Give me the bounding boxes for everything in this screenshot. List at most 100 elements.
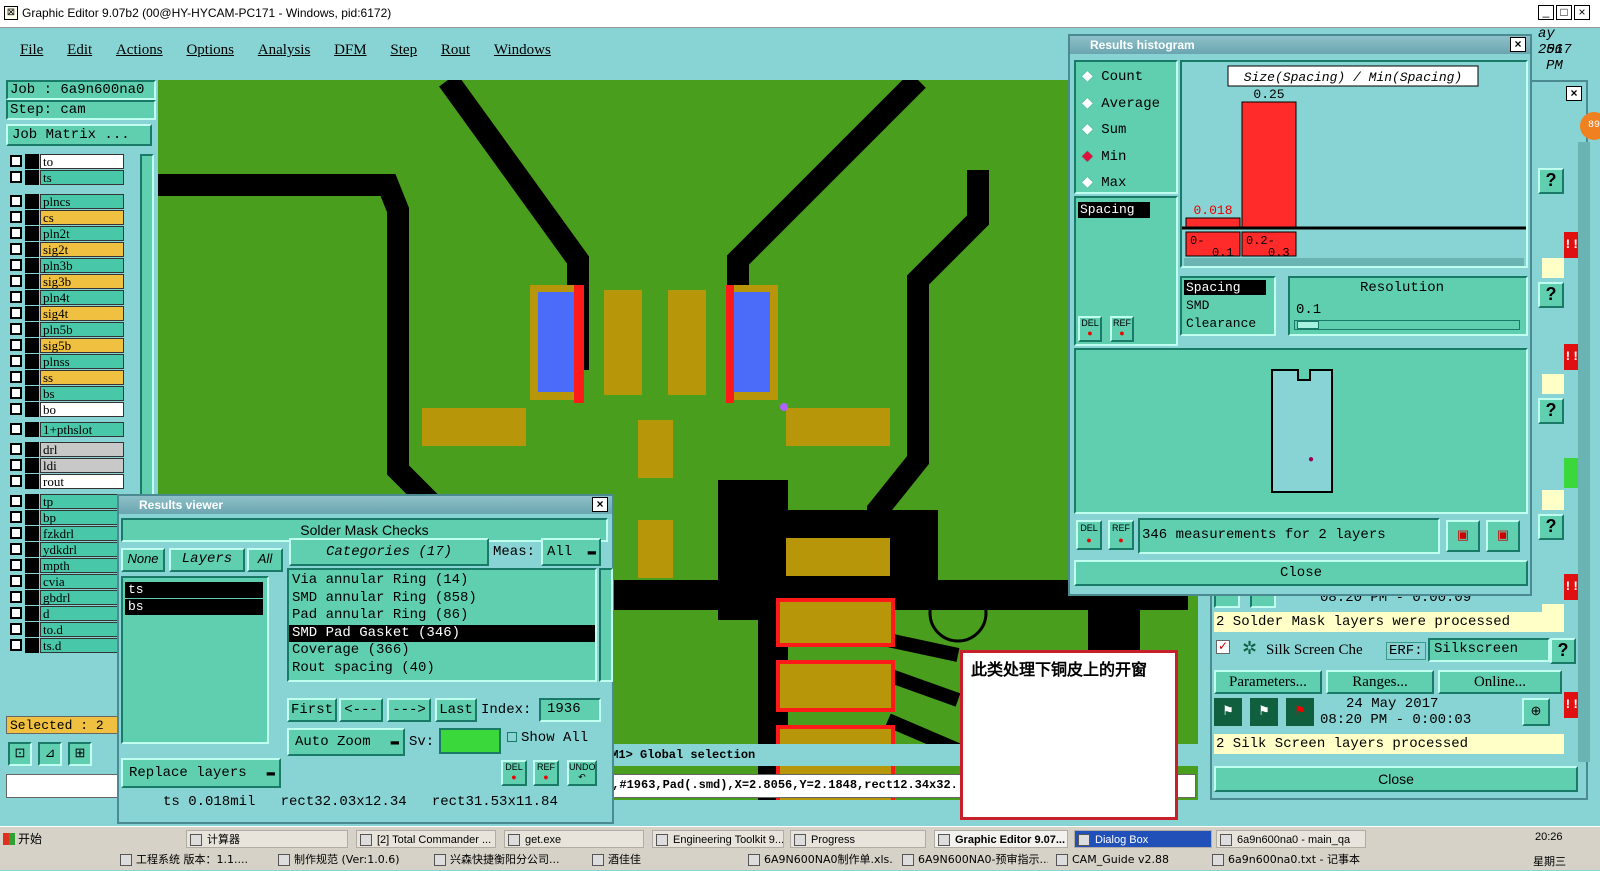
zoom-icon[interactable]: ⊕ — [1522, 698, 1550, 726]
tray-clock[interactable]: 20:26 — [1535, 831, 1563, 843]
stat-option-average[interactable]: ◆ Average — [1082, 95, 1160, 112]
list-item[interactable]: Spacing — [1078, 202, 1150, 218]
layer-name[interactable]: plnss — [40, 354, 124, 369]
tool-a-icon[interactable]: ⊡ — [8, 742, 32, 766]
category-item[interactable]: SMD annular Ring (858) — [289, 590, 595, 608]
histogram-close-icon[interactable]: × — [1510, 37, 1526, 52]
close-button[interactable]: × — [1574, 5, 1590, 20]
none-button[interactable]: None — [121, 548, 165, 572]
layer-name[interactable]: to — [40, 154, 124, 169]
layer-name[interactable]: mpth — [40, 558, 124, 573]
menu-file[interactable]: File — [20, 42, 43, 59]
layer-name[interactable]: ydkdrl — [40, 542, 124, 557]
layer-name[interactable]: ts — [40, 170, 124, 185]
help-button[interactable]: ? — [1550, 638, 1576, 664]
online-button[interactable]: Online... — [1438, 670, 1562, 694]
help-button[interactable]: ? — [1538, 514, 1564, 540]
layer-name[interactable]: plncs — [40, 194, 124, 209]
categories-button[interactable]: Categories (17) — [289, 538, 489, 566]
last-button[interactable]: Last — [435, 698, 477, 722]
layer-checkbox[interactable] — [10, 211, 22, 223]
layer-checkbox[interactable] — [10, 639, 22, 651]
taskbar-item[interactable]: 6A9N600NA0-预审指示... — [900, 851, 1048, 869]
list-item[interactable]: Clearance — [1186, 316, 1256, 331]
layer-row[interactable]: pln5b — [8, 322, 126, 337]
panel-scrollbar[interactable] — [1578, 142, 1590, 762]
menu-actions[interactable]: Actions — [116, 42, 163, 59]
histogram-close-button[interactable]: Close — [1074, 560, 1528, 586]
layer-name[interactable]: gbdrl — [40, 590, 124, 605]
stat-option-count[interactable]: ◆ Count — [1082, 68, 1143, 85]
panel-close-icon[interactable]: × — [1566, 86, 1582, 101]
taskbar-item[interactable]: 工程系统 版本：1.1.... — [118, 851, 268, 869]
layer-row[interactable]: ts — [8, 170, 126, 185]
layer-row[interactable]: cs — [8, 210, 126, 225]
layer-row[interactable]: drl — [8, 442, 126, 457]
layer-name[interactable]: to.d — [40, 622, 124, 637]
layer-row[interactable]: ts.d — [8, 638, 126, 653]
menu-rout[interactable]: Rout — [441, 42, 470, 59]
del-button[interactable]: DEL ● — [1076, 520, 1102, 550]
layer-name[interactable]: fzkdrl — [40, 526, 124, 541]
layer-checkbox[interactable] — [10, 423, 22, 435]
layer-checkbox[interactable] — [10, 307, 22, 319]
layer-row[interactable]: sig3b — [8, 274, 126, 289]
tool-c-icon[interactable]: ⊞ — [68, 742, 92, 766]
menu-dfm[interactable]: DFM — [334, 42, 367, 59]
layer-row[interactable]: pln4t — [8, 290, 126, 305]
taskbar-item[interactable]: 6A9N600NA0制作单.xls... — [746, 851, 894, 869]
layer-row[interactable]: bs — [8, 386, 126, 401]
layer-checkbox[interactable] — [10, 475, 22, 487]
menu-windows[interactable]: Windows — [494, 42, 551, 59]
run-icon[interactable]: ⚑ — [1214, 698, 1242, 726]
layer-checkbox[interactable] — [10, 291, 22, 303]
layer-name[interactable]: pln3b — [40, 258, 124, 273]
layer-name[interactable]: sig4t — [40, 306, 124, 321]
layer-name[interactable]: rout — [40, 474, 124, 489]
layer-row[interactable]: pln2t — [8, 226, 126, 241]
layer-checkbox[interactable] — [10, 543, 22, 555]
layer-name[interactable]: cvia — [40, 574, 124, 589]
category-item[interactable]: Rout spacing (40) — [289, 660, 595, 678]
list-item[interactable]: Spacing — [1184, 280, 1266, 295]
maximize-button[interactable]: □ — [1556, 5, 1572, 20]
category-scrollbar[interactable] — [599, 568, 613, 682]
layer-checkbox[interactable] — [10, 195, 22, 207]
layer-checkbox[interactable] — [10, 339, 22, 351]
category-item[interactable]: SMD Pad Gasket (346) — [289, 624, 595, 642]
layer-checkbox[interactable] — [10, 323, 22, 335]
layer-checkbox[interactable] — [10, 243, 22, 255]
parameters-button[interactable]: Parameters... — [1214, 670, 1322, 694]
list-item[interactable]: ts — [125, 582, 263, 598]
layer-row[interactable]: ss — [8, 370, 126, 385]
export-right-icon[interactable]: ▣ — [1486, 520, 1520, 552]
taskbar-item[interactable]: Engineering Toolkit 9.... — [652, 830, 784, 848]
minimize-button[interactable]: _ — [1538, 5, 1554, 20]
layer-name[interactable]: sig3b — [40, 274, 124, 289]
layer-checkbox[interactable] — [10, 403, 22, 415]
layer-name[interactable]: cs — [40, 210, 124, 225]
layer-name[interactable]: sig2t — [40, 242, 124, 257]
layer-name[interactable]: bs — [40, 386, 124, 401]
stat-option-max[interactable]: ◆ Max — [1082, 174, 1126, 191]
layer-row[interactable]: pln3b — [8, 258, 126, 273]
list-item[interactable]: SMD — [1186, 298, 1209, 313]
taskbar-item[interactable]: [2] Total Commander ... — [356, 830, 496, 848]
layer-row[interactable]: cvia — [8, 574, 126, 589]
taskbar-item[interactable]: Progress — [790, 830, 926, 848]
layer-checkbox[interactable] — [10, 355, 22, 367]
histogram-bar[interactable] — [1185, 217, 1241, 228]
layer-checkbox[interactable] — [10, 155, 22, 167]
taskbar-item[interactable]: 兴森快捷衡阳分公司... — [432, 851, 582, 869]
layer-checkbox[interactable] — [10, 371, 22, 383]
ref-button[interactable]: REF ● — [533, 760, 559, 786]
layer-checkbox[interactable] — [10, 443, 22, 455]
taskbar-item[interactable]: 制作规范 (Ver:1.0.6) — [276, 851, 424, 869]
layer-name[interactable]: ss — [40, 370, 124, 385]
taskbar-item[interactable]: 6a9n600na0.txt - 记事本 — [1210, 851, 1362, 869]
ranges-button[interactable]: Ranges... — [1326, 670, 1434, 694]
layer-row[interactable]: rout — [8, 474, 126, 489]
layer-name[interactable]: pln5b — [40, 322, 124, 337]
layer-name[interactable]: ldi — [40, 458, 124, 473]
taskbar-item[interactable]: 酒佳佳 — [590, 851, 740, 869]
